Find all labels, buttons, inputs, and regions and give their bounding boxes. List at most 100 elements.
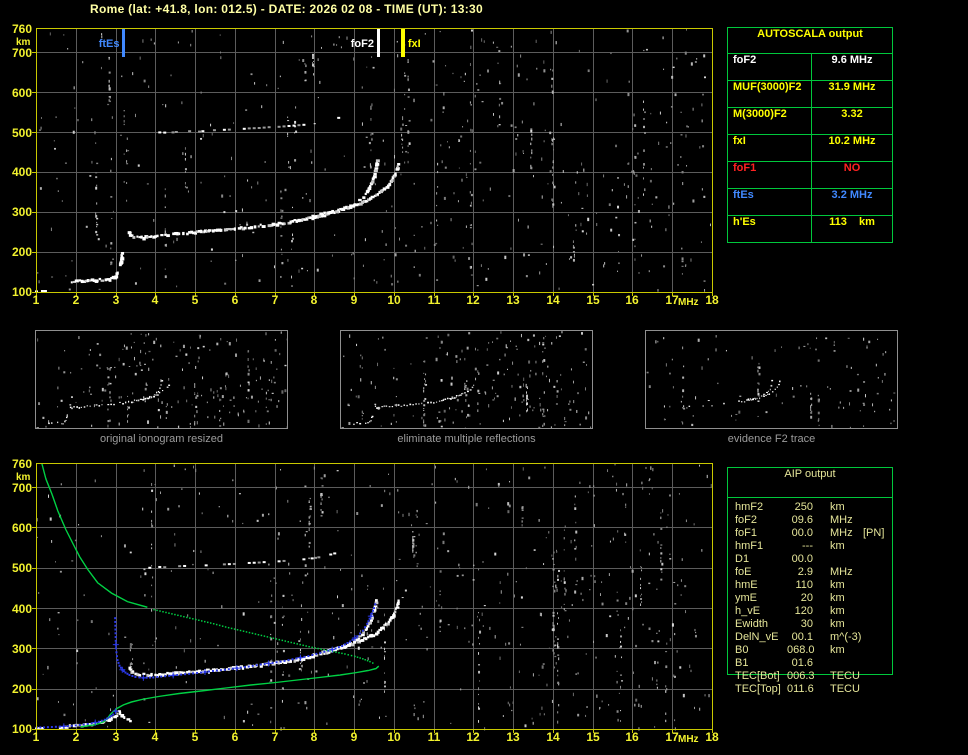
autoscala-output-table: AUTOSCALA output foF2 9.6 MHz MUF(3000)F2 3… <box>727 27 893 243</box>
x-tick-label: 7 <box>271 293 279 307</box>
y-tick-label: 700 <box>11 46 32 60</box>
aip-row-hmE: hmE 110 km <box>735 579 895 592</box>
thumbnail-caption-eliminate: eliminate multiple reflections <box>397 433 536 445</box>
thumbnail-evidence-f2-trace <box>645 330 898 429</box>
top-ionogram-canvas <box>31 23 717 297</box>
x-tick-label: 10 <box>387 293 401 307</box>
annotation-label-fxI: fxI <box>407 38 421 50</box>
y-tick-label: 760 <box>11 457 32 471</box>
y-tick-label: 400 <box>11 602 32 616</box>
x-tick-label: 15 <box>586 730 600 744</box>
aip-cell: B1 <box>735 657 749 669</box>
aip-row-TEC[Top]: TEC[Top] 011.6 TECU <box>735 683 895 696</box>
aip-cell: D1 <box>735 553 750 565</box>
x-tick-label: 9 <box>350 730 358 744</box>
x-tick-label: 10 <box>387 730 401 744</box>
x-tick-label: 12 <box>466 730 480 744</box>
aip-cell: DelN_vE <box>735 631 779 643</box>
aip-cell: km <box>830 501 845 513</box>
aip-row-B1: B1 01.6 <box>735 657 895 670</box>
autoscala-row-label: fxI <box>728 135 812 161</box>
x-tick-label: 11 <box>427 293 441 307</box>
autoscala-row-fxI: fxI 10.2 MHz <box>728 135 892 162</box>
aip-row-DelN_vE: DelN_vE 00.1 m^(-3) <box>735 631 895 644</box>
autoscala-row-label: foF2 <box>728 54 812 80</box>
aip-cell: 01.6 <box>791 657 813 669</box>
x-tick-label: 6 <box>231 730 239 744</box>
autoscala-row-value: 31.9 MHz <box>828 81 876 93</box>
x-tick-label: 14 <box>546 293 560 307</box>
aip-cell: 00.0 <box>791 553 813 565</box>
aip-cell: km <box>830 579 845 591</box>
aip-cell: h_vE <box>735 605 761 617</box>
y-axis-unit-label: km <box>16 472 31 483</box>
x-tick-label: 18 <box>705 730 719 744</box>
aip-cell: MHz <box>830 527 853 539</box>
aip-cell: hmF1 <box>735 540 764 552</box>
aip-row-foF2: foF2 09.6 MHz <box>735 514 895 527</box>
y-tick-label: 760 <box>11 22 32 36</box>
x-tick-label: 13 <box>506 730 520 744</box>
y-tick-label: 700 <box>11 481 32 495</box>
autoscala-row-value: 113 km <box>829 216 875 228</box>
y-tick-label: 600 <box>11 86 32 100</box>
x-tick-label: 8 <box>310 730 318 744</box>
aip-cell: MHz <box>830 514 853 526</box>
autoscala-screen: Rome (lat: +41.8, lon: 012.5) - DATE: 20… <box>0 0 968 755</box>
thumbnail-original-ionogram <box>35 330 288 429</box>
aip-cell: --- <box>802 540 813 552</box>
autoscala-row-label: ftEs <box>728 189 812 215</box>
autoscala-row-label: h'Es <box>728 216 812 242</box>
x-tick-label: 7 <box>271 730 279 744</box>
autoscala-row-value: 10.2 MHz <box>828 135 876 147</box>
autoscala-row-h'Es: h'Es 113 km <box>728 216 892 242</box>
aip-cell: m^(-3) <box>830 631 862 643</box>
aip-cell: 09.6 <box>791 514 813 526</box>
autoscala-row-foF2: foF2 9.6 MHz <box>728 54 892 81</box>
aip-cell: TECU <box>830 670 860 682</box>
x-tick-label: 18 <box>705 293 719 307</box>
aip-cell: km <box>830 592 845 604</box>
aip-cell: 00.0 <box>791 527 813 539</box>
x-tick-label: 1 <box>32 293 40 307</box>
autoscala-row-value: 9.6 MHz <box>831 54 873 66</box>
autoscala-row-label: foF1 <box>728 162 812 188</box>
aip-cell: TEC[Bot] <box>735 670 780 682</box>
autoscala-row-value: NO <box>843 162 861 174</box>
aip-cell: foF1 <box>735 527 758 539</box>
aip-cell <box>830 553 863 566</box>
aip-cell: 110 <box>795 579 813 591</box>
bottom-ionogram-canvas <box>31 458 717 734</box>
aip-cell: Ewidth <box>735 618 769 630</box>
annotation-label-foF2: foF2 <box>350 38 374 50</box>
aip-cell: foF2 <box>735 514 758 526</box>
aip-cell: 2.9 <box>797 566 813 578</box>
x-tick-label: 9 <box>350 293 358 307</box>
aip-row-foE: foE 2.9 MHz <box>735 566 895 579</box>
x-tick-label: 6 <box>231 293 239 307</box>
x-tick-label: 12 <box>466 293 480 307</box>
aip-row-Ewidth: Ewidth 30 km <box>735 618 895 631</box>
thumbnail-caption-original: original ionogram resized <box>100 433 223 445</box>
aip-cell: [PN] <box>863 527 885 539</box>
x-tick-label: 1 <box>32 730 40 744</box>
x-tick-label: 13 <box>506 293 520 307</box>
x-tick-label: 8 <box>310 293 318 307</box>
autoscala-row-label: M(3000)F2 <box>728 108 812 134</box>
autoscala-table-header: AUTOSCALA output <box>728 28 892 54</box>
autoscala-row-foF1: foF1 NO <box>728 162 892 189</box>
x-tick-label: 4 <box>151 730 159 744</box>
aip-cell: 068.0 <box>787 644 815 656</box>
y-tick-label: 200 <box>11 682 32 696</box>
aip-output-rows: hmF2 250 km foF2 09.6 MHz foF1 00.0 MHz [PN] hmF1 -… <box>735 501 895 696</box>
y-tick-label: 500 <box>11 126 32 140</box>
aip-cell: km <box>830 605 845 617</box>
aip-cell: 006.3 <box>787 670 815 682</box>
x-tick-label: 2 <box>72 730 80 744</box>
aip-cell: 00.1 <box>791 631 813 643</box>
aip-cell: MHz <box>830 566 853 578</box>
autoscala-row-M(3000)F2: M(3000)F2 3.32 <box>728 108 892 135</box>
aip-cell: TECU <box>830 683 860 695</box>
y-axis-unit-label: km <box>16 37 31 48</box>
aip-cell: foE <box>735 566 752 578</box>
